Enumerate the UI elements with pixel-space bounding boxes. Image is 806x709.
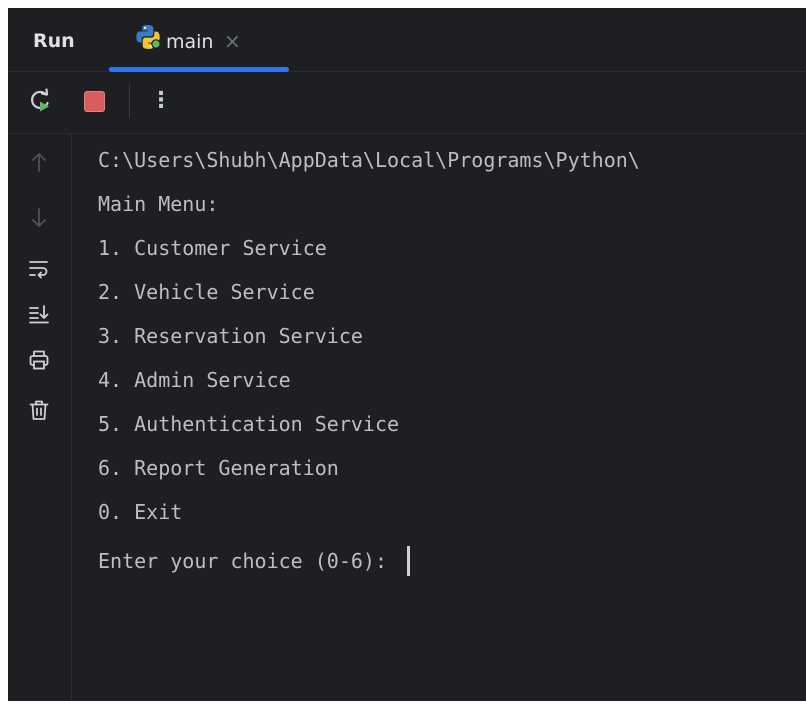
scroll-to-end-button[interactable] — [25, 300, 53, 328]
clear-all-button[interactable] — [25, 396, 53, 424]
input-prompt: Enter your choice (0-6): — [98, 549, 400, 573]
rerun-button[interactable] — [25, 86, 55, 116]
menu-option: 6. Report Generation — [98, 456, 339, 480]
menu-option: 3. Reservation Service — [98, 324, 363, 348]
python-path-line: C:\Users\Shubh\AppData\Local\Programs\Py… — [98, 148, 640, 172]
arrow-down-icon — [29, 207, 49, 229]
menu-option: 1. Customer Service — [98, 236, 327, 260]
menu-option: 0. Exit — [98, 500, 183, 524]
print-button[interactable] — [25, 346, 53, 374]
stop-button[interactable] — [79, 86, 109, 116]
run-toolbar: ⋮ — [8, 72, 806, 134]
console-output[interactable]: C:\Users\Shubh\AppData\Local\Programs\Py… — [98, 143, 806, 701]
menu-option: 2. Vehicle Service — [98, 280, 315, 304]
trash-icon — [28, 399, 50, 421]
scroll-to-end-icon — [28, 303, 50, 325]
python-icon — [135, 24, 161, 50]
soft-wrap-button[interactable] — [25, 254, 53, 282]
print-icon — [28, 349, 50, 371]
tool-window-title: Run — [33, 30, 75, 52]
console-input-line[interactable]: Enter your choice (0-6): — [98, 539, 806, 583]
tab-main-label: main — [166, 31, 214, 53]
tool-window-header: Run main × — [8, 8, 806, 72]
run-tool-window: Run main × ⋮ C:\Users\Shubh\AppData\Loca… — [8, 8, 806, 701]
menu-option: 5. Authentication Service — [98, 412, 400, 436]
tab-close-icon[interactable]: × — [224, 29, 241, 53]
arrow-up-icon — [29, 151, 49, 173]
next-occurrence-button[interactable] — [25, 204, 53, 232]
soft-wrap-icon — [28, 257, 50, 279]
console-side-toolbar — [8, 134, 72, 701]
stop-icon — [83, 90, 105, 112]
more-vertical-icon: ⋮ — [150, 88, 172, 113]
more-button[interactable]: ⋮ — [146, 86, 176, 116]
tab-main[interactable]: main × — [109, 8, 289, 72]
menu-option: 4. Admin Service — [98, 368, 291, 392]
toolbar-separator — [129, 84, 130, 118]
previous-occurrence-button[interactable] — [25, 148, 53, 176]
menu-header: Main Menu: — [98, 192, 219, 216]
rerun-icon — [27, 88, 53, 114]
text-cursor — [407, 546, 411, 576]
